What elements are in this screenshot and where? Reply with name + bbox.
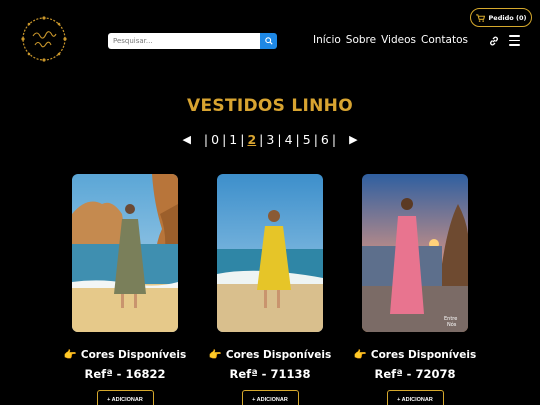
prev-page-button[interactable]: ◀ bbox=[182, 133, 190, 146]
add-to-order-button[interactable]: + ADICIONAR bbox=[386, 390, 444, 405]
nav-sobre[interactable]: Sobre bbox=[346, 34, 376, 46]
product-card: 👉 Cores Disponíveis Refª - 71138 + ADICI… bbox=[209, 174, 331, 405]
pagination-divider: | bbox=[203, 132, 209, 147]
brand-logo[interactable] bbox=[19, 14, 69, 64]
available-colors-link[interactable]: 👉 Cores Disponíveis bbox=[354, 348, 476, 362]
product-photo[interactable]: Entre Nós bbox=[362, 174, 468, 332]
page-link-1[interactable]: 1 bbox=[229, 132, 237, 147]
colors-label: Cores Disponíveis bbox=[225, 348, 332, 361]
available-colors-link[interactable]: 👉 Cores Disponíveis bbox=[209, 348, 331, 362]
colors-label: Cores Disponíveis bbox=[370, 348, 477, 361]
svg-text:Nós: Nós bbox=[447, 321, 457, 328]
product-ref: Refª - 16822 bbox=[84, 367, 166, 381]
nav-contatos[interactable]: Contatos bbox=[421, 34, 468, 46]
add-to-order-button[interactable]: + ADICIONAR bbox=[241, 390, 299, 405]
pagination-divider: | bbox=[313, 132, 318, 147]
colors-label: Cores Disponíveis bbox=[80, 348, 187, 361]
order-label: Pedido (0) bbox=[488, 13, 527, 22]
pagination-divider: | bbox=[331, 132, 337, 147]
main-nav: Início Sobre Videos Contatos bbox=[313, 34, 473, 46]
page-link-2[interactable]: 2 bbox=[247, 132, 256, 147]
product-card: 👉 Cores Disponíveis Refª - 16822 + ADICI… bbox=[64, 174, 186, 405]
pagination-divider: | bbox=[222, 132, 227, 147]
add-to-order-button[interactable]: + ADICIONAR bbox=[96, 390, 154, 405]
nav-videos[interactable]: Videos bbox=[381, 34, 416, 46]
nav-inicio[interactable]: Início bbox=[313, 34, 341, 46]
product-ref: Refª - 71138 bbox=[229, 367, 311, 381]
page-link-5[interactable]: 5 bbox=[303, 132, 311, 147]
cart-icon bbox=[475, 13, 485, 22]
search-bar bbox=[108, 33, 277, 49]
product-photo[interactable] bbox=[72, 174, 178, 332]
page-link-0[interactable]: 0 bbox=[211, 132, 219, 147]
next-page-button[interactable]: ▶ bbox=[349, 133, 357, 146]
page-link-4[interactable]: 4 bbox=[285, 132, 293, 147]
product-ref: Refª - 72078 bbox=[374, 367, 456, 381]
pagination-divider: | bbox=[277, 132, 282, 147]
product-photo[interactable] bbox=[217, 174, 323, 332]
order-button[interactable]: Pedido (0) bbox=[470, 8, 532, 27]
available-colors-link[interactable]: 👉 Cores Disponíveis bbox=[64, 348, 186, 362]
page-link-6[interactable]: 6 bbox=[321, 132, 329, 147]
pagination-divider: | bbox=[259, 132, 264, 147]
page-link-3[interactable]: 3 bbox=[266, 132, 274, 147]
search-button[interactable] bbox=[260, 33, 277, 49]
pointing-hand-icon: 👉 bbox=[208, 349, 222, 361]
search-input[interactable] bbox=[108, 33, 260, 49]
pagination: ◀ | 0 | 1 | 2 | 3 | 4 | 5 | 6 | ▶ bbox=[0, 132, 540, 147]
search-icon bbox=[264, 37, 273, 45]
product-card: Entre Nós 👉 Cores Disponíveis Refª - 720… bbox=[354, 174, 476, 405]
page-title: VESTIDOS LINHO bbox=[187, 96, 353, 116]
hamburger-menu-icon[interactable] bbox=[509, 35, 520, 46]
link-icon[interactable] bbox=[488, 35, 500, 47]
pagination-divider: | bbox=[240, 132, 245, 147]
pagination-divider: | bbox=[295, 132, 300, 147]
pointing-hand-icon: 👉 bbox=[353, 349, 367, 361]
pointing-hand-icon: 👉 bbox=[63, 349, 77, 361]
